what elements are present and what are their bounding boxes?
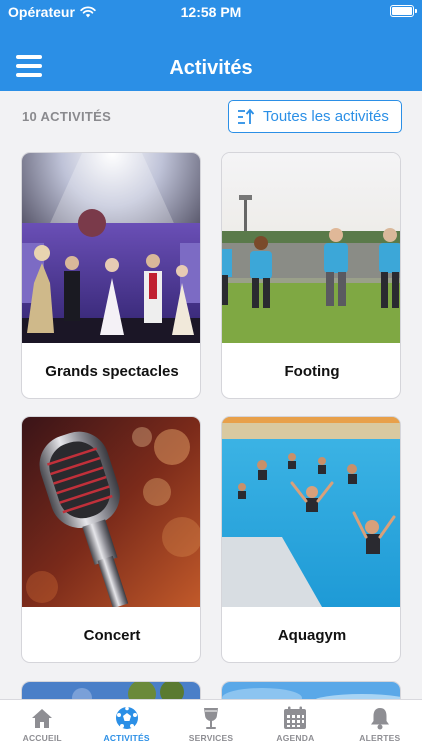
tab-label: ACTIVITÉS: [103, 733, 150, 743]
activity-image-pool-class: [222, 417, 400, 607]
activity-image-microphone: [22, 417, 200, 607]
home-icon: [32, 709, 53, 728]
calendar-icon: [284, 706, 307, 729]
filter-label: Toutes les activités: [263, 108, 389, 125]
activity-image-running-group: [222, 153, 400, 343]
soccer-ball-icon: [115, 706, 138, 729]
tab-label: AGENDA: [276, 733, 315, 743]
status-time: 12:58 PM: [180, 4, 242, 20]
activity-title: Aquagym: [277, 627, 347, 644]
app-header: Opérateur 12:58 PM Activités: [0, 0, 422, 91]
tab-agenda[interactable]: AGENDA: [253, 700, 337, 750]
activity-card-concert[interactable]: Concert: [21, 416, 201, 663]
activity-card-aquagym[interactable]: Aquagym: [221, 416, 401, 663]
tab-bar: ACCUEIL ACTIVITÉS SERVICES AGENDA ALERTE…: [0, 699, 422, 750]
page-title: Activités: [169, 57, 253, 79]
activity-title: Grands spectacles: [45, 363, 179, 380]
activity-title: Footing: [284, 363, 340, 380]
battery-icon: [390, 5, 417, 17]
tab-label: ALERTES: [359, 733, 401, 743]
status-bar: Opérateur 12:58 PM: [0, 0, 422, 24]
activity-count: 10 ACTIVITÉS: [22, 109, 112, 124]
tab-services[interactable]: SERVICES: [169, 700, 253, 750]
filter-button[interactable]: Toutes les activités: [228, 100, 402, 133]
activity-card-footing[interactable]: Footing: [221, 152, 401, 399]
tab-label: ACCUEIL: [22, 733, 62, 743]
sort-filter-icon: [238, 108, 255, 124]
tab-activites[interactable]: ACTIVITÉS: [84, 700, 168, 750]
activity-title: Concert: [83, 627, 141, 644]
bell-icon: [370, 708, 389, 730]
tab-accueil[interactable]: ACCUEIL: [0, 700, 84, 750]
tab-alertes[interactable]: ALERTES: [338, 700, 422, 750]
wine-glass-icon: [204, 708, 219, 729]
tab-label: SERVICES: [188, 733, 234, 743]
activity-card-grands-spectacles[interactable]: Grands spectacles: [21, 152, 201, 399]
activity-image-stage-show: [22, 153, 200, 343]
